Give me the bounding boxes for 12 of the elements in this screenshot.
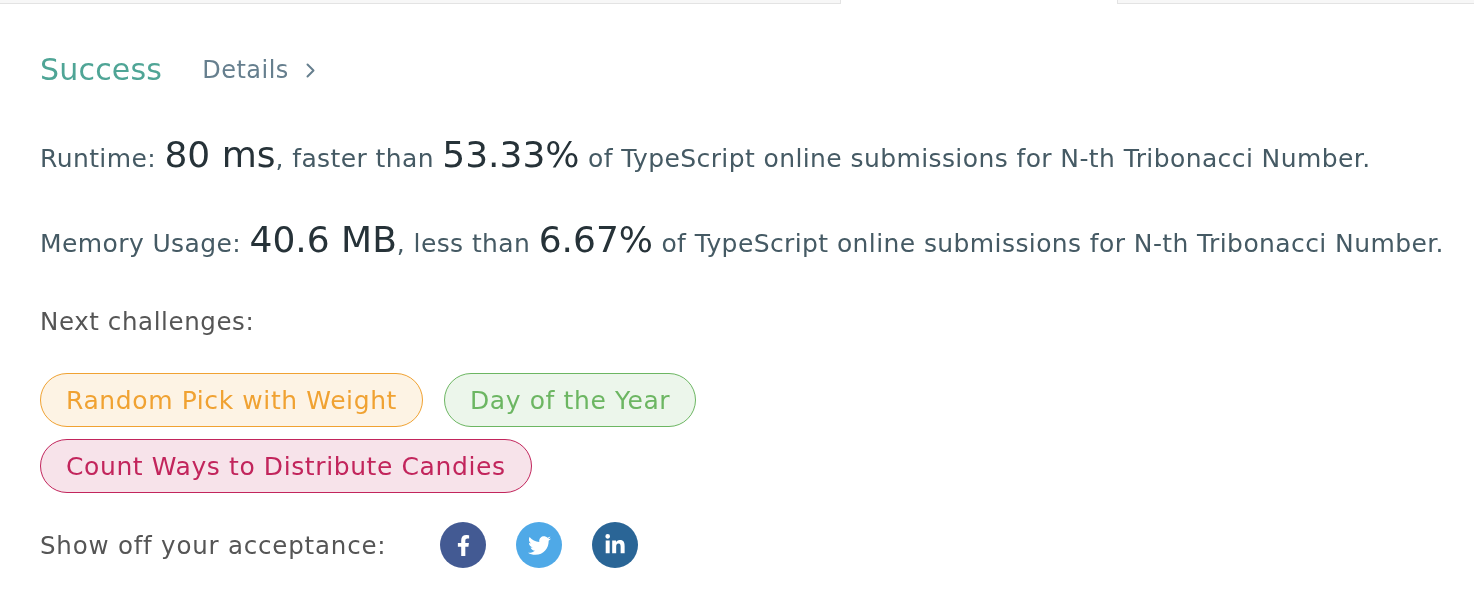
challenge-tag[interactable]: Day of the Year xyxy=(444,373,697,427)
details-link[interactable]: Details xyxy=(202,50,315,90)
stat-line: Runtime: 80 ms, faster than 53.33% of TypeScript online submissions for N-th Tribonacci Number. xyxy=(40,133,1372,177)
share-label: Show off your acceptance: xyxy=(40,530,387,560)
chevron-right-icon xyxy=(305,62,315,78)
facebook-icon[interactable] xyxy=(440,522,487,568)
challenge-tag[interactable]: Count Ways to Distribute Candies xyxy=(40,439,532,493)
stat-line: Memory Usage: 40.6 MB, less than 6.67% of TypeScript online submissions for N-th Tribonacci Number. xyxy=(40,218,1445,262)
linkedin-icon[interactable] xyxy=(592,522,639,568)
twitter-bird-icon[interactable] xyxy=(516,522,563,568)
status-title: Success xyxy=(40,51,163,89)
next-challenges-label: Next challenges: xyxy=(40,306,256,338)
